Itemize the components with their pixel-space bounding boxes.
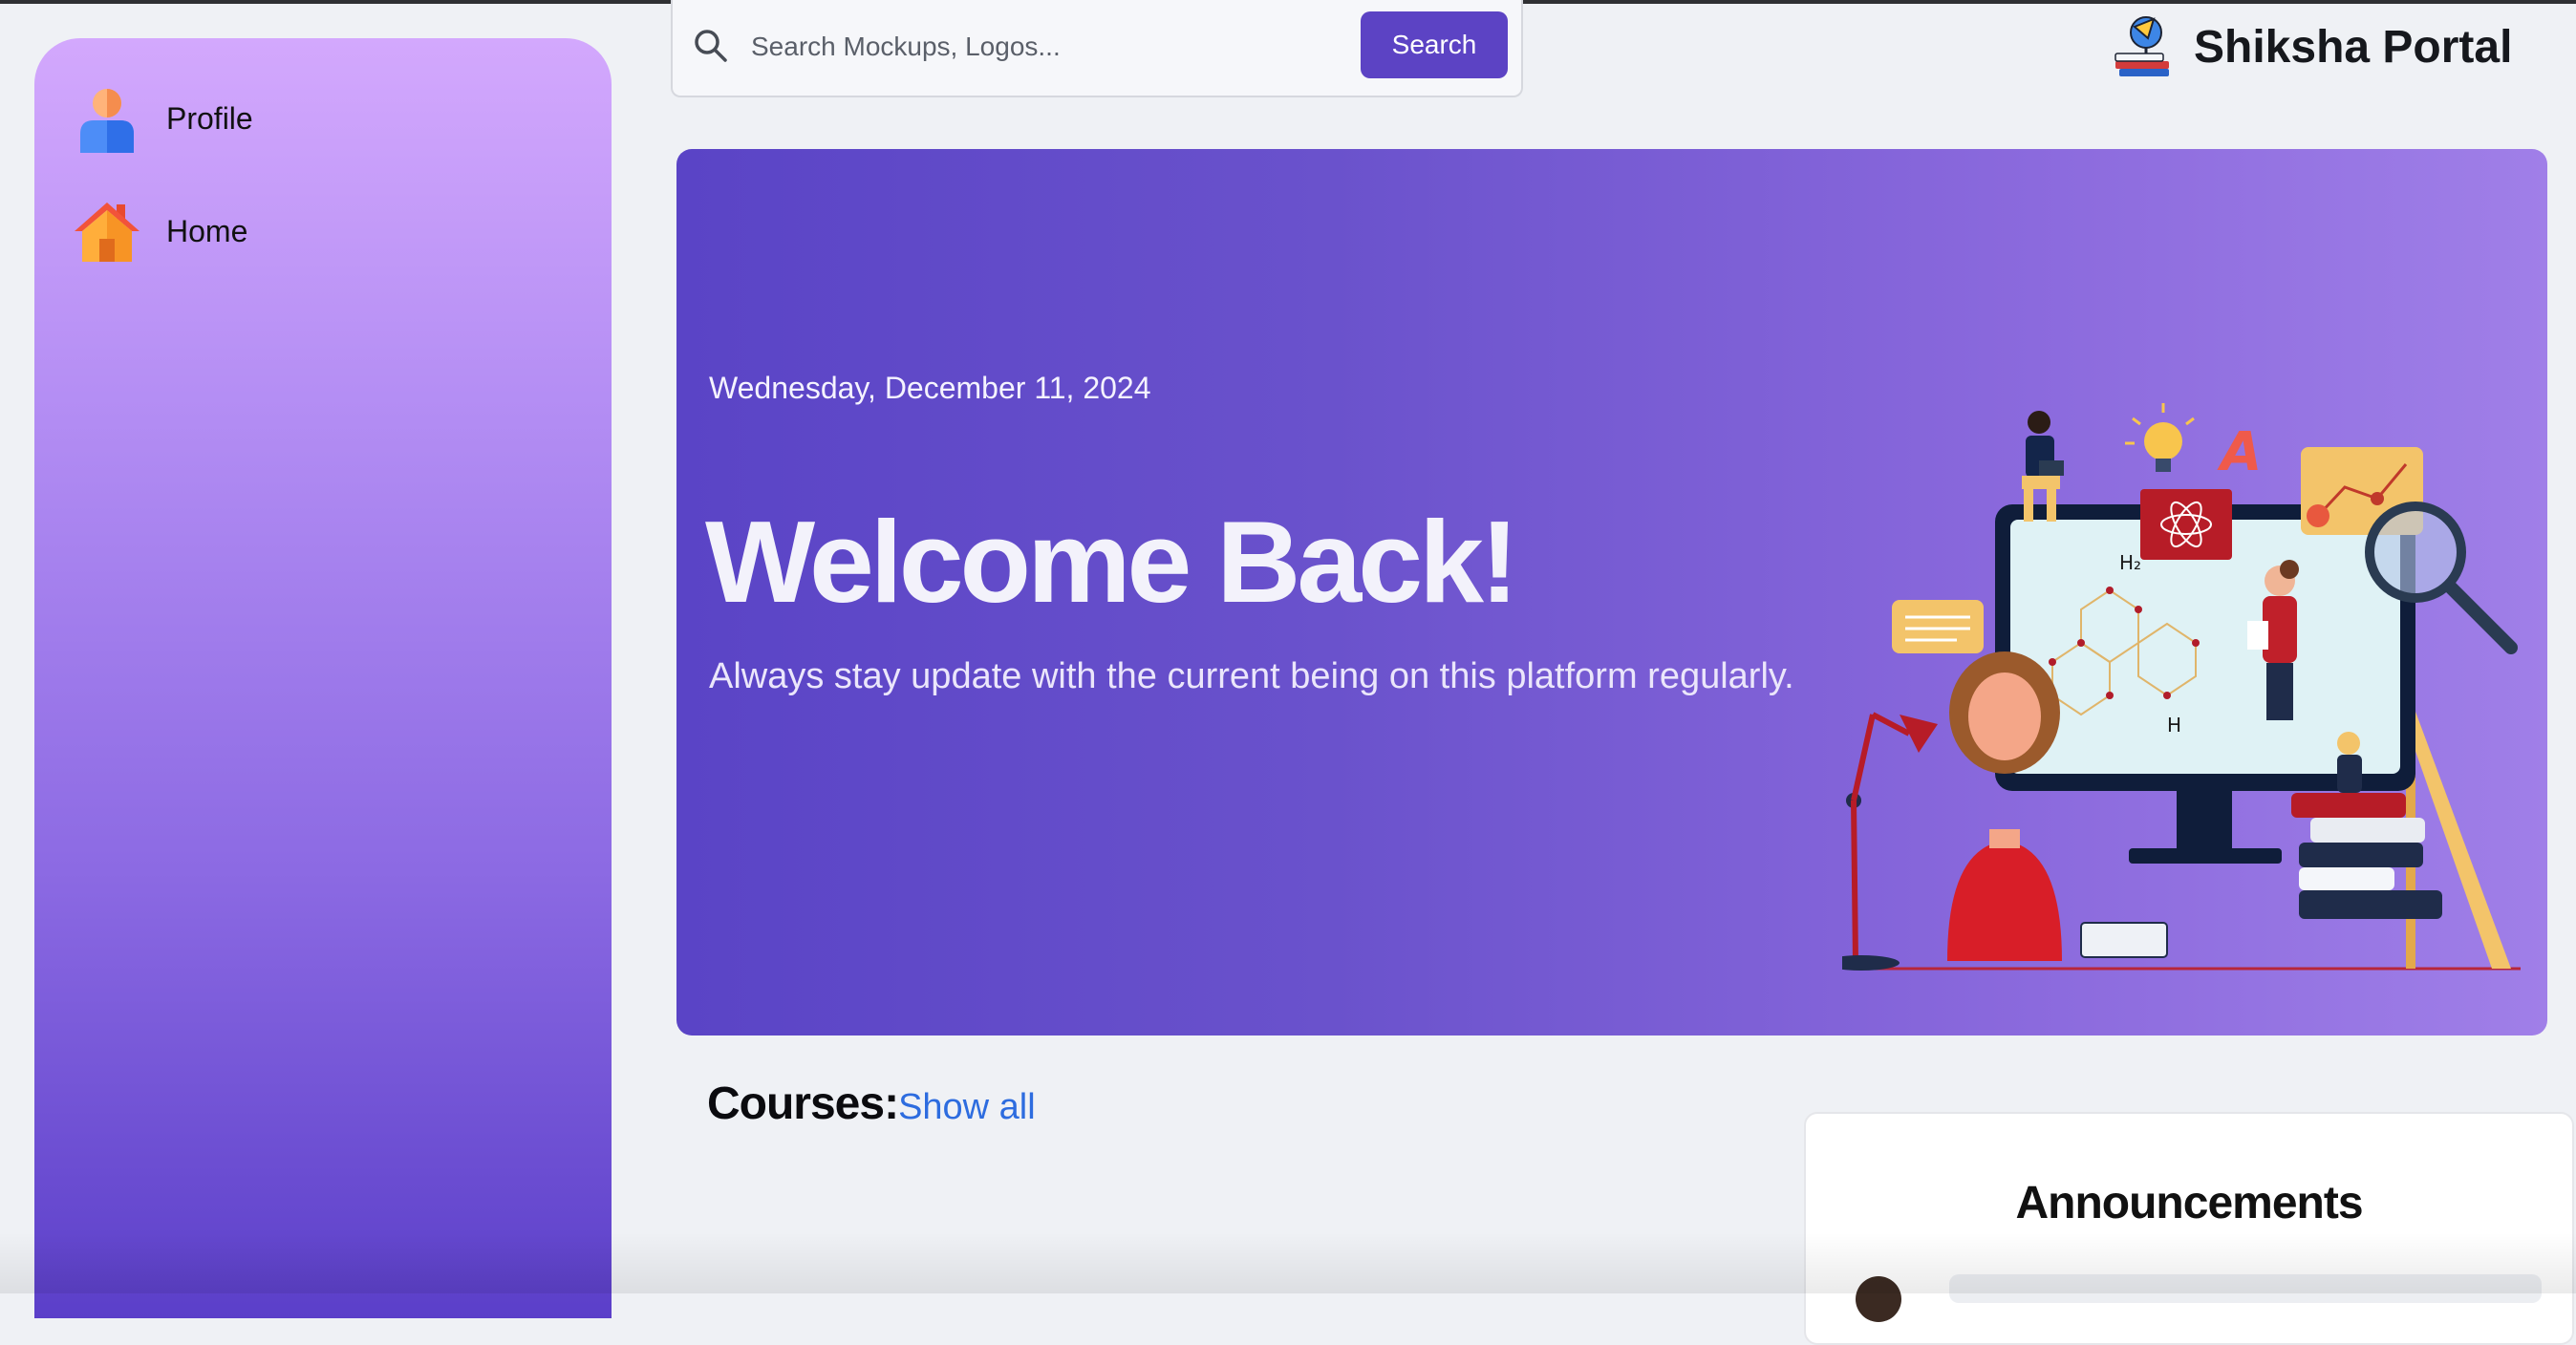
courses-heading: Courses: Show all: [707, 1078, 1036, 1130]
graduation-rocket-icon: [2114, 16, 2169, 76]
brand-name: Shiksha Portal: [2194, 21, 2513, 73]
welcome-banner: Wednesday, December 11, 2024 Welcome Bac…: [676, 149, 2547, 1035]
sidebar-item-label: Profile: [166, 100, 253, 136]
sidebar-item-profile[interactable]: Profile: [73, 84, 253, 153]
welcome-subtitle: Always stay update with the current bein…: [709, 656, 1794, 696]
announcements-title: Announcements: [2015, 1178, 2363, 1228]
show-all-courses-link[interactable]: Show all: [898, 1087, 1036, 1128]
courses-title: Courses:: [707, 1078, 899, 1129]
profile-icon: [80, 89, 134, 153]
education-illustration: H₂ H A: [1842, 403, 2521, 971]
sidebar: Profile Home: [34, 38, 612, 1318]
current-date: Wednesday, December 11, 2024: [709, 371, 1151, 405]
sidebar-item-label: Home: [166, 213, 248, 248]
announcements-panel: Announcements: [1804, 1112, 2574, 1345]
welcome-title: Welcome Back!: [705, 497, 1519, 627]
announcement-item[interactable]: [1949, 1274, 2542, 1303]
svg-text:A: A: [2217, 421, 2262, 483]
search-button[interactable]: Search: [1361, 11, 1508, 78]
search-icon: [695, 30, 727, 62]
search-bar: Search: [671, 0, 1523, 97]
svg-text:H: H: [2167, 714, 2181, 737]
search-input[interactable]: [749, 21, 1345, 73]
sidebar-item-home[interactable]: Home: [73, 197, 247, 266]
svg-text:H₂: H₂: [2119, 551, 2141, 574]
avatar: [1856, 1276, 1901, 1322]
home-icon: [75, 203, 140, 262]
brand: Shiksha Portal: [2112, 13, 2512, 80]
